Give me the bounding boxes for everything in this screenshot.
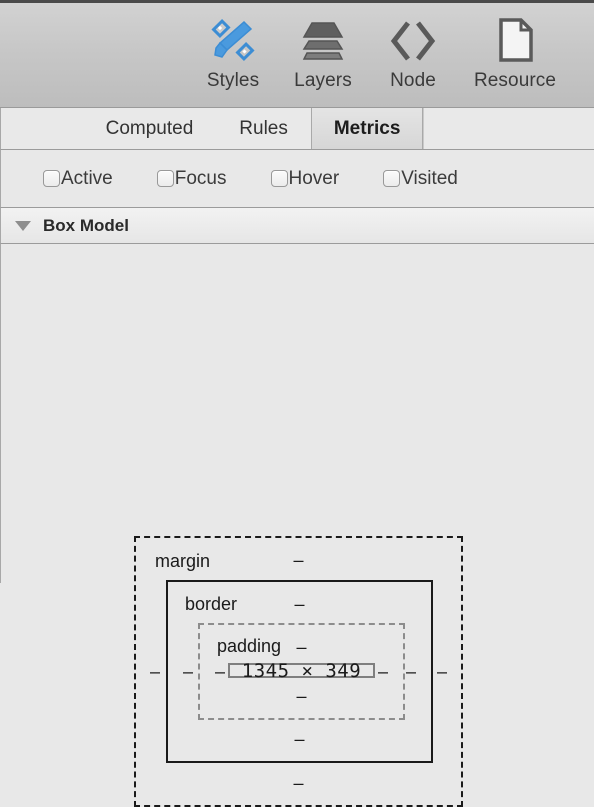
pseudo-class-row: Active Focus Hover Visited (0, 150, 594, 208)
tab-metrics[interactable]: Metrics (310, 108, 424, 149)
box-model-margin-box: margin – – – – border – – – – padding – … (134, 536, 463, 807)
pseudo-state-label: Visited (401, 167, 458, 189)
box-model-diagram: margin – – – – border – – – – padding – … (0, 244, 594, 807)
tab-rules[interactable]: Rules (216, 108, 311, 149)
pseudo-state-visited[interactable]: Visited (383, 168, 458, 190)
box-model-border-label: border (185, 594, 238, 614)
web-inspector-panel: Styles Layers Node Resource Computed Rul… (0, 0, 594, 807)
triangle-down-icon[interactable] (15, 220, 31, 231)
toolbar-item-node[interactable]: Node (368, 3, 458, 103)
border-bottom-value[interactable]: – (294, 729, 304, 750)
angle-brackets-icon (386, 15, 440, 65)
checkbox-icon[interactable] (156, 170, 174, 187)
box-model-content-box: 1345 × 349 (228, 660, 375, 682)
padding-right-value[interactable]: – (378, 661, 388, 682)
margin-top-value[interactable]: – (293, 550, 303, 571)
checkbox-icon[interactable] (383, 170, 401, 187)
box-model-padding-label: padding (217, 636, 282, 656)
border-left-value[interactable]: – (183, 661, 193, 682)
pseudo-state-label: Active (61, 167, 113, 189)
toolbar-item-label: Layers (294, 70, 352, 91)
pseudo-state-label: Focus (174, 167, 227, 189)
border-top-value[interactable]: – (294, 594, 304, 615)
content-size-value[interactable]: 1345 × 349 (242, 660, 361, 682)
pseudo-state-focus[interactable]: Focus (156, 167, 227, 190)
box-model-section-header[interactable]: Box Model (0, 208, 594, 244)
sidebar-tab-bar: Computed Rules Metrics (0, 108, 594, 150)
padding-bottom-value[interactable]: – (296, 686, 306, 707)
section-title: Box Model (43, 215, 129, 235)
checkbox-icon[interactable] (270, 170, 288, 187)
margin-left-value[interactable]: – (150, 661, 160, 682)
tab-computed[interactable]: Computed (83, 108, 217, 149)
box-model-border-box: border – – – – padding – – – – 1345 × 34… (166, 580, 433, 763)
box-model-margin-label: margin (155, 551, 211, 571)
pseudo-state-hover[interactable]: Hover (270, 167, 340, 190)
box-model-padding-box: padding – – – – 1345 × 349 (198, 623, 405, 720)
toolbar-item-label: Resource (473, 70, 557, 91)
document-page-icon (488, 15, 542, 65)
checkbox-icon[interactable] (43, 170, 60, 187)
pseudo-state-active[interactable]: Active (43, 168, 113, 190)
toolbar-item-label: Node (390, 70, 436, 91)
toolbar-item-layers[interactable]: Layers (278, 3, 368, 103)
padding-left-value[interactable]: – (215, 661, 225, 682)
margin-bottom-value[interactable]: – (293, 773, 303, 794)
tab-bar-filler (423, 108, 520, 149)
toolbar-item-styles[interactable]: Styles (188, 3, 278, 103)
padding-top-value[interactable]: – (296, 637, 306, 658)
toolbar-item-resource[interactable]: Resource (458, 3, 572, 103)
pseudo-state-label: Hover (288, 167, 340, 189)
margin-right-value[interactable]: – (437, 661, 447, 682)
border-right-value[interactable]: – (406, 661, 416, 682)
stacked-layers-icon (296, 15, 350, 65)
toolbar-item-label: Styles (206, 70, 260, 91)
inspector-toolbar: Styles Layers Node Resource (0, 0, 594, 108)
paintbrush-ruler-icon (206, 15, 260, 65)
